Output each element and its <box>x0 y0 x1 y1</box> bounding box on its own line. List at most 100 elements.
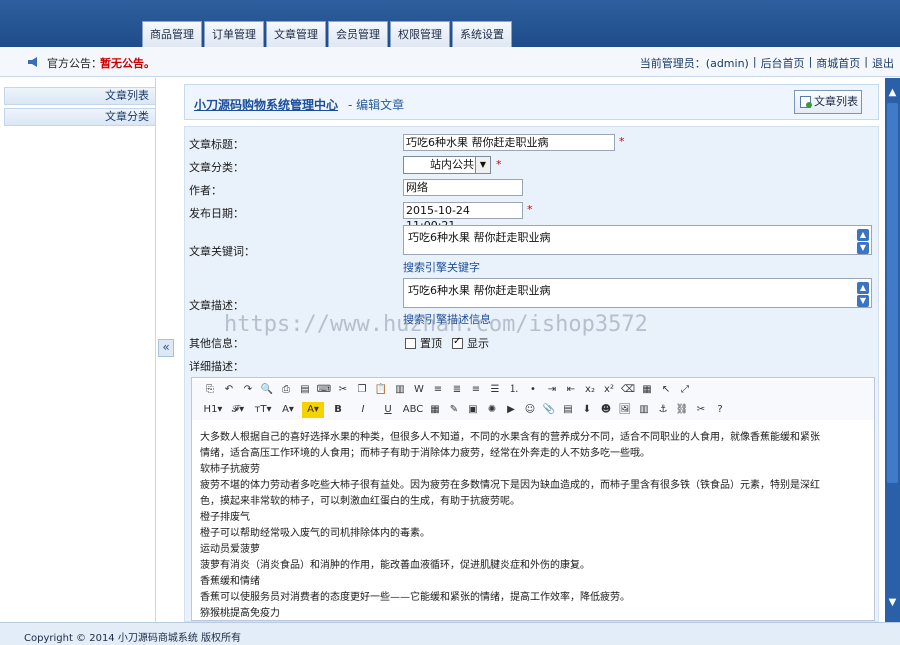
scroll-up-icon[interactable]: ▲ <box>886 86 899 100</box>
align-right-icon[interactable]: ≡ <box>468 382 484 398</box>
article-list-button-label: 文章列表 <box>814 95 858 108</box>
tab-goods[interactable]: 商品管理 <box>142 21 202 47</box>
author-input[interactable]: 网络 <box>403 179 523 196</box>
preview-icon[interactable]: 🔍 <box>259 382 275 398</box>
tab-members[interactable]: 会员管理 <box>328 21 388 47</box>
page-scrollbar[interactable]: ▲ ▼ <box>885 78 900 622</box>
code-icon[interactable]: ⌨ <box>316 382 332 398</box>
indent-icon[interactable]: ⇥ <box>544 382 560 398</box>
font-size-dropdown[interactable]: тT▾ <box>252 402 274 418</box>
sidebar-item-article-list[interactable]: 文章列表 <box>4 87 156 105</box>
align-left-icon[interactable]: ≡ <box>430 382 446 398</box>
separator: | <box>864 55 868 68</box>
article-list-button[interactable]: 文章列表 <box>794 90 862 114</box>
align-justify-icon[interactable]: ☰ <box>487 382 503 398</box>
insert-icon[interactable]: ⬇ <box>579 402 595 418</box>
fullscreen-icon[interactable]: ⤢ <box>677 382 693 398</box>
undo-icon[interactable]: ↶ <box>221 382 237 398</box>
select-all-icon[interactable]: ▦ <box>639 382 655 398</box>
italic-button[interactable]: I <box>352 402 374 418</box>
cursor-icon[interactable]: ↖ <box>658 382 674 398</box>
text-color-dropdown[interactable]: A▾ <box>277 402 299 418</box>
page-title[interactable]: 小刀源码购物系统管理中心 <box>194 96 338 113</box>
required-mark: * <box>619 135 625 148</box>
date-input[interactable]: 2015-10-24 11:00:21 <box>403 202 523 232</box>
paste-text-icon[interactable]: ▥ <box>392 382 408 398</box>
image-icon[interactable]: ▣ <box>465 402 481 418</box>
scroll-down-icon[interactable]: ▼ <box>886 596 899 610</box>
redo-icon[interactable]: ↷ <box>240 382 256 398</box>
page-subtitle: - 编辑文章 <box>348 98 405 112</box>
tab-orders[interactable]: 订单管理 <box>204 21 264 47</box>
keywords-textarea[interactable]: 巧吃6种水果 帮你赶走职业病 ▲ ▼ <box>403 225 872 255</box>
category-select[interactable]: 站内公共 ▼ <box>403 156 491 174</box>
paste-icon[interactable]: 📋 <box>373 382 389 398</box>
subscript-icon[interactable]: x₂ <box>582 382 598 398</box>
align-center-icon[interactable]: ≣ <box>449 382 465 398</box>
show-checkbox[interactable] <box>452 336 463 349</box>
editor-line: 软柿子抗疲劳 <box>200 464 260 475</box>
tab-permissions[interactable]: 权限管理 <box>390 21 450 47</box>
editor-toolbar-row-1: ⎘ ↶ ↷ 🔍 ⎙ ▤ ⌨ ✂ ❐ 📋 ▥ W ≡ ≣ ≡ ☰ ⒈ • ⇥ ⇤ x₂ x² ⌫ ▦ ↖ ⤢ <box>192 380 874 400</box>
scrollbar-thumb[interactable] <box>887 103 898 483</box>
editor-toolbar-row-2: H1▾ 𝓕▾ тT▾ A▾ A▾ B I U ABC ▦ ✎ ▣ ✺ ▶ ☺ 📎 ▤ ⬇ ☻ 🖼 ▥ ⚓ ⛓ ✂? <box>192 400 874 420</box>
chevron-down-icon[interactable]: ▼ <box>857 295 869 307</box>
collapse-sidebar-button[interactable]: « <box>158 339 174 357</box>
emoticon-icon[interactable]: ☺ <box>522 402 538 418</box>
cut-icon[interactable]: ✂ <box>335 382 351 398</box>
logout-link[interactable]: 退出 <box>872 55 894 71</box>
date-icon[interactable]: ▥ <box>636 402 652 418</box>
author-label: 作者： <box>189 184 222 197</box>
ordered-list-icon[interactable]: ⒈ <box>506 382 522 398</box>
chevron-down-icon[interactable]: ▼ <box>857 242 869 254</box>
editor-body[interactable]: 大多数人根据自己的喜好选择水果的种类，但很多人不知道，不同的水果含有的营养成分不… <box>192 424 874 620</box>
attachment-icon[interactable]: 📎 <box>541 402 557 418</box>
table-icon[interactable]: ▦ <box>427 402 443 418</box>
copy-icon[interactable]: ❐ <box>354 382 370 398</box>
sidebar-item-article-category[interactable]: 文章分类 <box>4 108 156 126</box>
template-icon[interactable]: ▤ <box>297 382 313 398</box>
outdent-icon[interactable]: ⇤ <box>563 382 579 398</box>
link-icon[interactable]: ⛓ <box>674 402 690 418</box>
tab-articles[interactable]: 文章管理 <box>266 21 326 47</box>
highlight-color-dropdown[interactable]: A▾ <box>302 402 324 418</box>
superscript-icon[interactable]: x² <box>601 382 617 398</box>
flash-icon[interactable]: ✺ <box>484 402 500 418</box>
underline-button[interactable]: U <box>377 402 399 418</box>
title-label: 文章标题： <box>189 138 244 151</box>
strikethrough-button[interactable]: ABC <box>402 402 424 418</box>
help-icon[interactable]: ? <box>712 402 728 418</box>
description-value: 巧吃6种水果 帮你赶走职业病 <box>408 284 551 297</box>
source-icon[interactable]: ⎘ <box>202 382 218 398</box>
erase-icon[interactable]: ✎ <box>446 402 462 418</box>
category-label: 文章分类： <box>189 161 244 174</box>
store-home-link[interactable]: 商城首页 <box>816 55 860 71</box>
unordered-list-icon[interactable]: • <box>525 382 541 398</box>
media-icon[interactable]: ▶ <box>503 402 519 418</box>
picture-icon[interactable]: 🖼 <box>617 402 633 418</box>
chevron-up-icon[interactable]: ▲ <box>857 229 869 241</box>
admin-home-link[interactable]: 后台首页 <box>761 55 805 71</box>
description-textarea[interactable]: 巧吃6种水果 帮你赶走职业病 ▲ ▼ <box>403 278 872 308</box>
grid-icon[interactable]: ▤ <box>560 402 576 418</box>
notice-bar: 官方公告： 暂无公告。 当前管理员：(admin) | 后台首页 | 商城首页 … <box>0 47 900 77</box>
title-input[interactable]: 巧吃6种水果 帮你赶走职业病 <box>403 134 615 151</box>
tab-settings[interactable]: 系统设置 <box>452 21 512 47</box>
smiley-icon[interactable]: ☻ <box>598 402 614 418</box>
editor-line: 情绪，适合高压工作环境的人食用；而柿子有助于消除体力疲劳，经常在外奔走的人不妨多… <box>200 448 650 459</box>
description-scroller[interactable]: ▲ ▼ <box>857 282 869 307</box>
font-family-dropdown[interactable]: 𝓕▾ <box>227 402 249 418</box>
clear-format-icon[interactable]: ⌫ <box>620 382 636 398</box>
top-checkbox[interactable] <box>405 337 416 349</box>
editor-line: 色，摸起来非常软的柿子，可以刺激血红蛋白的生成，有助于抗疲劳呢。 <box>200 496 520 507</box>
chevron-up-icon[interactable]: ▲ <box>857 282 869 294</box>
unlink-icon[interactable]: ✂ <box>693 402 709 418</box>
description-label: 文章描述： <box>189 299 244 312</box>
keywords-scroller[interactable]: ▲ ▼ <box>857 229 869 254</box>
top-header: 商品管理 订单管理 文章管理 会员管理 权限管理 系统设置 <box>0 0 900 47</box>
anchor-icon[interactable]: ⚓ <box>655 402 671 418</box>
print-icon[interactable]: ⎙ <box>278 382 294 398</box>
bold-button[interactable]: B <box>327 402 349 418</box>
heading-dropdown[interactable]: H1▾ <box>202 402 224 418</box>
paste-word-icon[interactable]: W <box>411 382 427 398</box>
